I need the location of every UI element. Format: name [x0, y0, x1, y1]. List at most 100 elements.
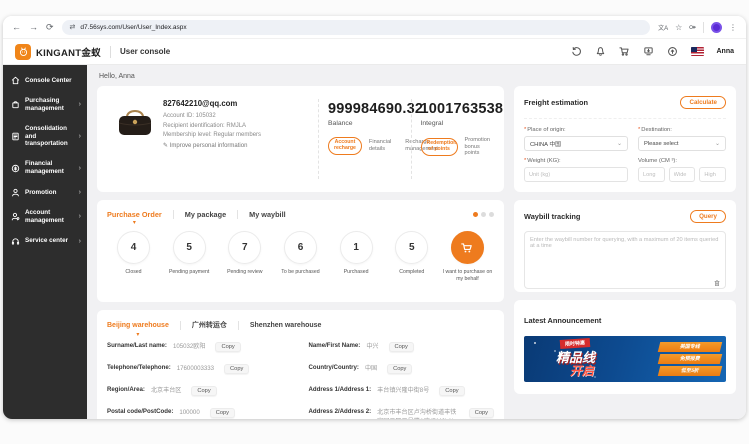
- destination-value: Please select: [644, 141, 678, 147]
- sidebar-item-consolidation-transportation[interactable]: Consolidation and transportation ›: [3, 119, 87, 155]
- stat-pending-payment[interactable]: 5 Pending payment: [163, 231, 216, 282]
- extensions-icon[interactable]: ⚩: [689, 23, 696, 32]
- sidebar-item-account-management[interactable]: Account management ›: [3, 203, 87, 231]
- copy-button[interactable]: Copy: [439, 386, 464, 396]
- chevron-right-icon: ›: [79, 213, 81, 220]
- destination-select[interactable]: Please select ⌄: [638, 136, 726, 151]
- url-text[interactable]: d7.56sys.com/User/User_Index.aspx: [80, 24, 186, 31]
- carousel-dot[interactable]: [473, 212, 478, 217]
- translate-icon[interactable]: 文A: [658, 23, 668, 32]
- tab-purchase-order[interactable]: Purchase Order ▾: [107, 210, 162, 219]
- stat-to-be-purchased[interactable]: 6 To be purchased: [274, 231, 327, 282]
- url-bar[interactable]: ⇄ d7.56sys.com/User/User_Index.aspx: [62, 20, 651, 35]
- stat-purchased[interactable]: 1 Purchased: [330, 231, 383, 282]
- stat-pending-review[interactable]: 7 Pending review: [218, 231, 271, 282]
- copy-button[interactable]: Copy: [215, 342, 240, 352]
- warehouse-address-card: Beijing warehouse ▾ 广州转运仓 Shenzhen wareh…: [97, 310, 504, 419]
- volume-wide-input[interactable]: [669, 167, 696, 182]
- copy-button[interactable]: Copy: [389, 342, 414, 352]
- banner-ribbon: 低至5折: [658, 366, 722, 376]
- volume-long-input[interactable]: [638, 167, 665, 182]
- origin-label: *Place of origin:: [524, 127, 628, 133]
- bookmark-star-icon[interactable]: ☆: [675, 23, 682, 32]
- divider: [238, 321, 239, 330]
- calculate-button[interactable]: Calculate: [680, 96, 726, 109]
- pos-terminal-icon[interactable]: [643, 46, 654, 57]
- divider: [110, 46, 111, 58]
- copy-button[interactable]: Copy: [224, 364, 249, 374]
- sidebar-item-promotion[interactable]: Promotion ›: [3, 182, 87, 203]
- weight-input[interactable]: [524, 167, 628, 182]
- copy-button[interactable]: Copy: [191, 386, 216, 396]
- copy-button[interactable]: Copy: [210, 408, 235, 418]
- sidebar-item-console-center[interactable]: Console Center: [3, 70, 87, 91]
- announcement-banner[interactable]: 限时特惠 精品线 开启 美国专线 免预报费 低至5折: [524, 336, 726, 382]
- origin-select[interactable]: CHINA 中国 ⌄: [524, 136, 628, 151]
- field-address-1: Address 1/Address 1: 丰台镇兴隆中街8号 Copy: [309, 386, 495, 396]
- carousel-dot[interactable]: [489, 212, 494, 217]
- tab-label: Beijing warehouse: [107, 322, 169, 329]
- history-icon[interactable]: [571, 46, 582, 57]
- stat-closed[interactable]: 4 Closed: [107, 231, 160, 282]
- brand-name[interactable]: KINGANT金蚁: [36, 45, 101, 59]
- balance-block: 999984690.32 Balance Account recharge Fi…: [328, 99, 402, 179]
- sidebar-item-financial-management[interactable]: Financial management ›: [3, 154, 87, 182]
- banner-decoration: [534, 342, 536, 344]
- cart-icon[interactable]: [619, 46, 630, 57]
- chevron-right-icon: ›: [79, 133, 81, 140]
- account-summary-card: 827642210@qq.com Account ID: 105032 Reci…: [97, 86, 504, 192]
- kingant-logo-icon[interactable]: [15, 44, 31, 60]
- browser-menu-icon[interactable]: ⋮: [729, 23, 737, 32]
- sidebar-item-label: Account management: [25, 209, 74, 225]
- sidebar-item-service-center[interactable]: Service center ›: [3, 231, 87, 252]
- shopping-bag-icon: [11, 100, 20, 109]
- account-recharge-button[interactable]: Account recharge: [328, 137, 362, 155]
- tab-guangzhou-warehouse[interactable]: 广州转运仓: [192, 320, 227, 330]
- copy-button[interactable]: Copy: [469, 408, 494, 418]
- field-value: 中国: [365, 364, 377, 373]
- query-button[interactable]: Query: [690, 210, 726, 223]
- tab-my-package[interactable]: My package: [185, 210, 226, 219]
- stat-count: 5: [395, 231, 428, 264]
- copy-button[interactable]: Copy: [387, 364, 412, 374]
- required-asterisk: *: [638, 127, 640, 133]
- destination-label-text: Destination:: [641, 127, 672, 133]
- page-title: User console: [120, 47, 170, 56]
- divider: [237, 210, 238, 219]
- top-up-circle-icon[interactable]: [667, 46, 678, 57]
- sidebar-item-purchasing-management[interactable]: Purchasing management ›: [3, 91, 87, 119]
- waybill-number-textarea[interactable]: [524, 231, 726, 289]
- purchase-on-behalf-button[interactable]: I want to purchase on my behalf: [441, 231, 494, 282]
- banner-ribbon: 美国专线: [658, 342, 722, 352]
- integral-label: Integral: [421, 120, 495, 127]
- site-settings-icon[interactable]: ⇄: [70, 23, 76, 31]
- username[interactable]: Anna: [717, 48, 735, 55]
- back-icon[interactable]: ←: [12, 22, 21, 32]
- notifications-bell-icon[interactable]: [595, 46, 606, 57]
- tab-beijing-warehouse[interactable]: Beijing warehouse ▾: [107, 322, 169, 329]
- stat-label: To be purchased: [274, 269, 327, 276]
- field-telephone: Telephone/Telephone: 17600003333 Copy: [107, 364, 293, 374]
- reload-icon[interactable]: ⟳: [46, 22, 54, 33]
- promotion-bonus-points-link[interactable]: Promotion bonus points: [465, 137, 495, 157]
- clear-trash-icon[interactable]: [713, 279, 721, 287]
- improve-profile-link[interactable]: ✎ Improve personal information: [163, 142, 301, 149]
- tab-my-waybill[interactable]: My waybill: [249, 210, 286, 219]
- person-icon: [11, 188, 20, 197]
- balance-value: 999984690.32: [328, 101, 402, 117]
- stat-completed[interactable]: 5 Completed: [385, 231, 438, 282]
- carousel-dot[interactable]: [481, 212, 486, 217]
- volume-label: Volume (CM ³):: [638, 158, 726, 164]
- language-flag-icon[interactable]: [691, 47, 704, 56]
- forward-icon[interactable]: →: [29, 22, 38, 32]
- tab-shenzhen-warehouse[interactable]: Shenzhen warehouse: [250, 322, 322, 329]
- financial-details-link[interactable]: Financial details: [369, 139, 391, 152]
- field-label: Telephone/Telephone:: [107, 364, 171, 371]
- field-label: Surname/Last name:: [107, 342, 167, 349]
- browser-profile-avatar[interactable]: [711, 22, 722, 33]
- redemption-of-points-button[interactable]: Redemption of points: [421, 138, 458, 156]
- volume-high-input[interactable]: [699, 167, 726, 182]
- recipient-identification: Recipient identification: RMJLA: [163, 123, 301, 129]
- stat-count: 5: [173, 231, 206, 264]
- avatar[interactable]: [107, 99, 163, 179]
